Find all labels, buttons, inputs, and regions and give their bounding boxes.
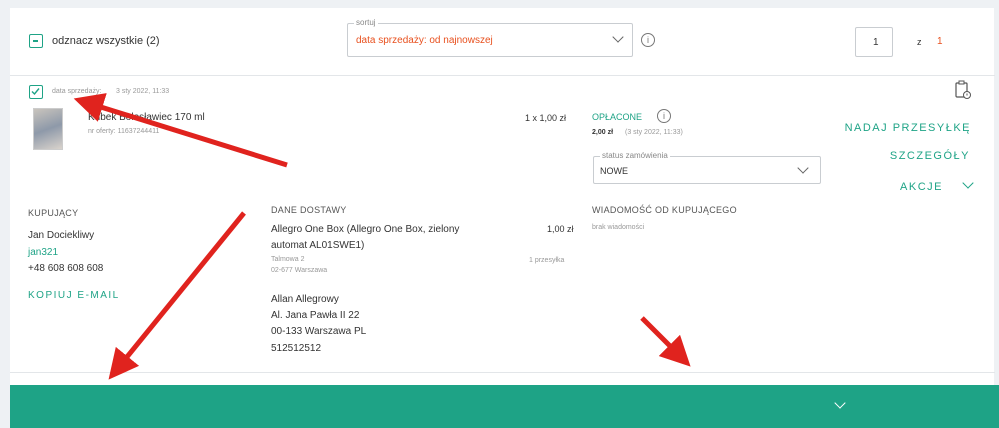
arrow-to-bulk-actions [640,316,691,367]
arrow-to-checkbox [73,93,288,168]
arrow-to-selected-count [108,211,246,380]
annotation-arrows [73,93,691,380]
